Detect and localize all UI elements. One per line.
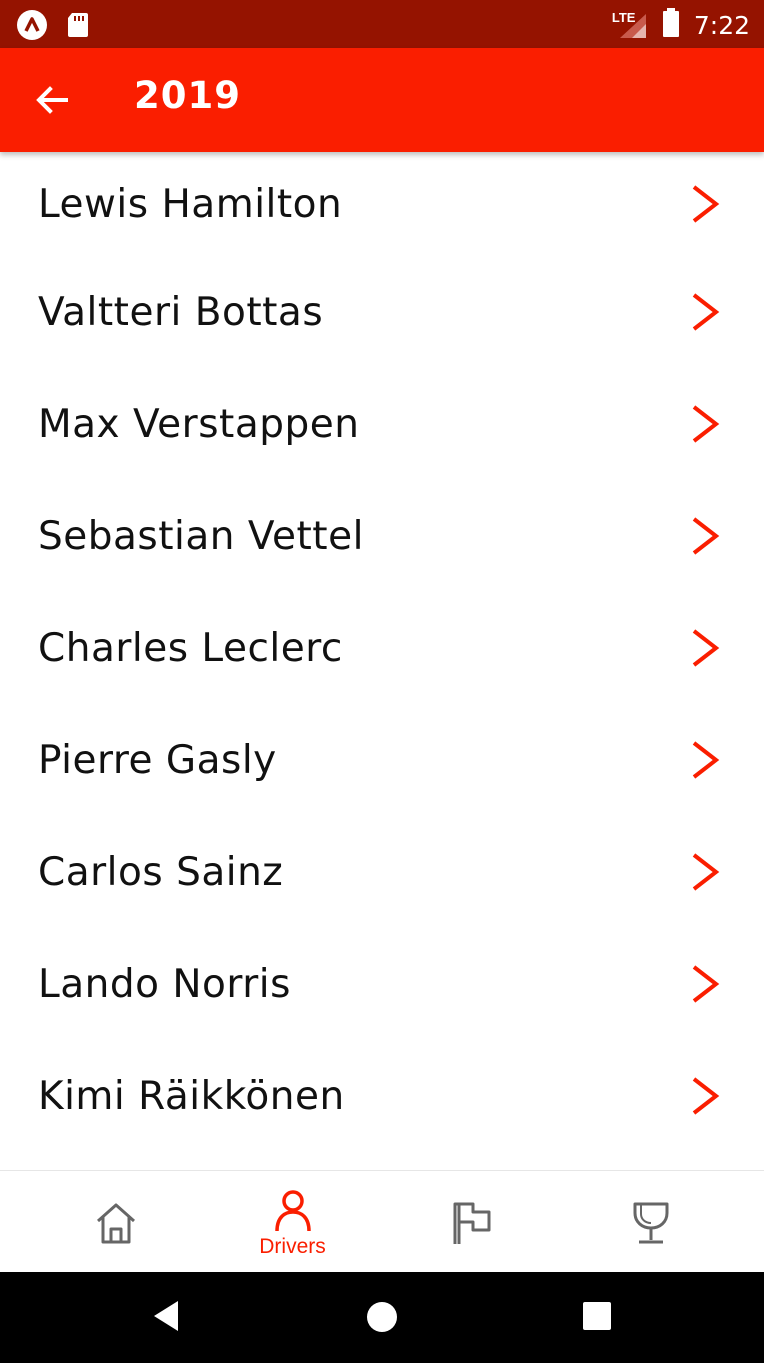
chevron-right-icon [692, 1077, 720, 1115]
battery-icon [662, 8, 680, 42]
system-home-button[interactable] [366, 1301, 398, 1337]
arrow-left-icon [36, 86, 68, 114]
status-bar: LTE 7:22 [0, 0, 764, 48]
driver-list: Lewis Hamilton Valtteri Bottas Max Verst… [0, 152, 764, 1152]
driver-list-item[interactable]: Lando Norris [0, 928, 764, 1040]
chevron-right-icon [692, 517, 720, 555]
driver-name: Charles Leclerc [38, 625, 343, 671]
driver-list-item[interactable]: Sebastian Vettel [0, 480, 764, 592]
person-icon [274, 1190, 311, 1232]
lte-signal-icon: LTE [612, 10, 648, 40]
home-icon [96, 1203, 135, 1244]
driver-name: Valtteri Bottas [38, 289, 324, 335]
chevron-right-icon [692, 629, 720, 667]
bottom-navigation: Drivers [0, 1170, 764, 1272]
nav-item-drivers[interactable]: Drivers [197, 1171, 388, 1273]
driver-list-item[interactable]: Kimi Räikkönen [0, 1040, 764, 1152]
chevron-right-icon [692, 741, 720, 779]
driver-name: Pierre Gasly [38, 737, 277, 783]
clock-time: 7:22 [693, 10, 750, 40]
nav-item-races[interactable] [376, 1171, 567, 1273]
nav-label-drivers: Drivers [259, 1235, 326, 1258]
driver-list-item[interactable]: Lewis Hamilton [0, 152, 764, 256]
driver-name: Carlos Sainz [38, 849, 284, 895]
chevron-right-icon [692, 293, 720, 331]
system-back-button[interactable] [148, 1298, 184, 1338]
driver-list-item[interactable]: Max Verstappen [0, 368, 764, 480]
square-recents-icon [583, 1302, 611, 1330]
driver-name: Kimi Räikkönen [38, 1073, 345, 1119]
driver-name: Lewis Hamilton [38, 181, 343, 227]
driver-list-item[interactable]: Carlos Sainz [0, 816, 764, 928]
triangle-back-icon [154, 1301, 178, 1331]
flag-icon [453, 1202, 490, 1244]
system-recents-button[interactable] [582, 1301, 612, 1335]
driver-name: Max Verstappen [38, 401, 360, 447]
page-title: 2019 [134, 74, 241, 117]
nav-item-standings[interactable] [555, 1171, 746, 1273]
driver-list-item[interactable]: Charles Leclerc [0, 592, 764, 704]
driver-name: Sebastian Vettel [38, 513, 364, 559]
chevron-right-icon [692, 965, 720, 1003]
chevron-right-icon [692, 405, 720, 443]
sd-card-icon [66, 11, 90, 43]
app-notification-icon [16, 9, 48, 45]
driver-list-item[interactable]: Pierre Gasly [0, 704, 764, 816]
trophy-icon [633, 1202, 668, 1244]
back-button[interactable] [30, 78, 74, 122]
system-navigation-bar [0, 1272, 764, 1363]
driver-list-item[interactable]: Valtteri Bottas [0, 256, 764, 368]
nav-item-home[interactable] [20, 1171, 211, 1273]
chevron-right-icon [692, 185, 720, 223]
app-bar: 2019 [0, 48, 764, 152]
circle-home-icon [367, 1302, 397, 1332]
chevron-right-icon [692, 853, 720, 891]
driver-name: Lando Norris [38, 961, 291, 1007]
